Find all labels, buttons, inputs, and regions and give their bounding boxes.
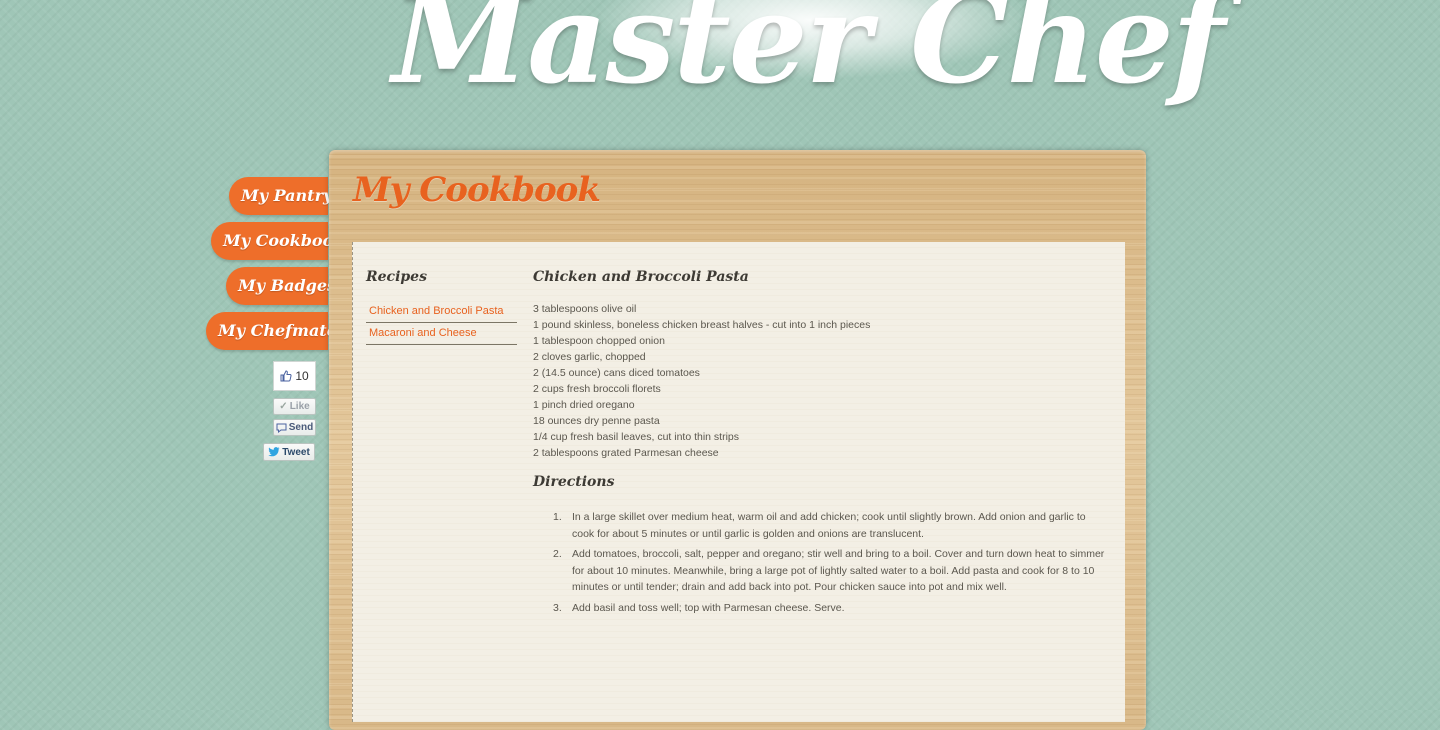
ingredient-item: 1 pound skinless, boneless chicken breas…	[533, 319, 871, 331]
ingredient-item: 1/4 cup fresh basil leaves, cut into thi…	[533, 431, 740, 443]
directions-list: 1. In a large skillet over medium heat, …	[553, 509, 1105, 620]
recipe-link-macaroni-cheese[interactable]: Macaroni and Cheese	[366, 323, 517, 345]
send-label: Send	[288, 422, 314, 433]
ingredient-item: 2 tablespoons grated Parmesan cheese	[533, 447, 719, 459]
step-text: Add basil and toss well; top with Parmes…	[572, 601, 845, 614]
recipes-heading: Recipes	[366, 269, 427, 285]
ingredient-item: 2 cups fresh broccoli florets	[533, 383, 661, 395]
like-count-box: 10	[273, 361, 316, 391]
page-title: My Cookbook	[353, 170, 601, 210]
ingredient-item: 2 cloves garlic, chopped	[533, 351, 646, 363]
like-label: Like	[289, 401, 310, 412]
recipe-list: Chicken and Broccoli Pasta Macaroni and …	[366, 301, 517, 345]
direction-step: 3. Add basil and toss well; top with Par…	[553, 600, 1105, 617]
ingredient-item: 18 ounces dry penne pasta	[533, 415, 660, 427]
ingredient-item: 1 tablespoon chopped onion	[533, 335, 665, 347]
step-text: Add tomatoes, broccoli, salt, pepper and…	[572, 548, 1105, 593]
step-text: In a large skillet over medium heat, war…	[572, 511, 1086, 540]
recipe-link-chicken-broccoli-pasta[interactable]: Chicken and Broccoli Pasta	[366, 301, 517, 323]
site-logo: Master Chef	[392, 0, 1225, 112]
step-number: 1.	[553, 511, 562, 523]
check-icon: ✓	[279, 401, 288, 412]
speech-bubble-icon	[276, 423, 287, 433]
send-button[interactable]: Send	[273, 419, 316, 436]
directions-heading: Directions	[533, 474, 615, 490]
nav-my-badges[interactable]: My Badges	[226, 267, 336, 305]
thumbs-up-icon	[280, 370, 292, 382]
ingredient-item: 2 (14.5 ounce) cans diced tomatoes	[533, 367, 700, 379]
ingredient-item: 3 tablespoons olive oil	[533, 303, 637, 315]
twitter-bird-icon	[268, 447, 280, 457]
ingredient-list: 3 tablespoons olive oil 1 pound skinless…	[533, 301, 870, 461]
direction-step: 2. Add tomatoes, broccoli, salt, pepper …	[553, 546, 1105, 596]
direction-step: 1. In a large skillet over medium heat, …	[553, 509, 1105, 542]
step-number: 2.	[553, 548, 562, 560]
tweet-label: Tweet	[282, 446, 310, 458]
tweet-button[interactable]: Tweet	[263, 443, 315, 461]
like-count: 10	[295, 369, 309, 383]
nav-my-cookbook[interactable]: My Cookbook	[211, 222, 344, 260]
step-number: 3.	[553, 601, 562, 614]
recipe-title: Chicken and Broccoli Pasta	[533, 269, 749, 285]
nav-my-pantry[interactable]: My Pantry	[229, 177, 332, 215]
like-button[interactable]: ✓ Like	[273, 398, 316, 415]
ingredient-item: 1 pinch dried oregano	[533, 399, 635, 411]
nav-my-chefmates[interactable]: My Chefmates	[206, 312, 346, 350]
